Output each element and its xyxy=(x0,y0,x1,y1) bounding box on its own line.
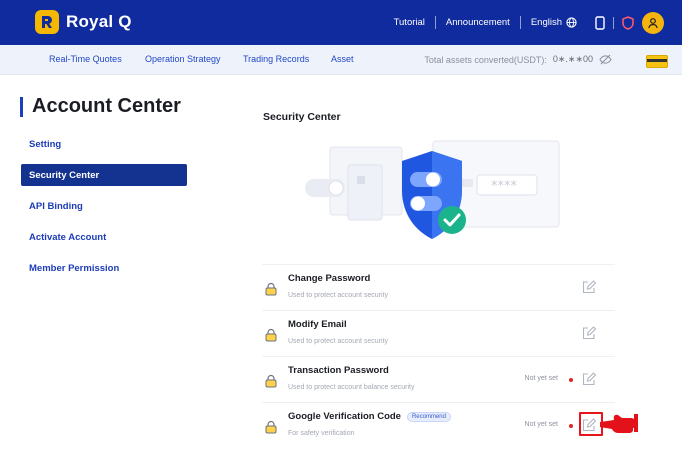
row-description: Used to protect account security xyxy=(288,338,388,345)
row-title: Change Password xyxy=(288,273,371,284)
row-description: Used to protect account security xyxy=(288,292,388,299)
shield-icon[interactable] xyxy=(622,15,634,30)
status-dot xyxy=(569,424,573,428)
tab-asset[interactable]: Asset xyxy=(331,54,354,64)
row-title: Transaction Password xyxy=(288,365,389,376)
recommend-badge: Recommend xyxy=(406,411,451,422)
sidebar-item-activate-account[interactable]: Activate Account xyxy=(21,226,187,248)
tab-trading-records[interactable]: Trading Records xyxy=(243,54,309,64)
divider xyxy=(613,16,614,29)
language-label: English xyxy=(530,17,562,28)
sidebar-item-api-binding[interactable]: API Binding xyxy=(21,195,187,217)
sidebar-item-security-center[interactable]: Security Center xyxy=(21,164,187,186)
tab-operation-strategy[interactable]: Operation Strategy xyxy=(145,54,221,64)
edit-icon[interactable] xyxy=(581,371,597,387)
heading-accent-bar xyxy=(20,96,23,117)
language-selector[interactable]: English xyxy=(531,17,577,28)
divider xyxy=(434,16,436,29)
edit-icon[interactable] xyxy=(581,417,597,433)
secondary-navigation: Real-Time Quotes Operation Strategy Trad… xyxy=(0,45,682,75)
royal-q-logo-icon xyxy=(35,10,59,34)
status-dot xyxy=(569,378,573,382)
edit-icon[interactable] xyxy=(581,279,597,295)
app-name: Royal Q xyxy=(66,12,132,31)
logo[interactable]: Royal Q xyxy=(35,10,132,34)
status-text: Not yet set xyxy=(524,421,558,428)
lock-icon xyxy=(265,374,277,388)
sidebar-item-member-permission[interactable]: Member Permission xyxy=(21,257,187,279)
divider xyxy=(519,16,521,29)
user-avatar-icon[interactable] xyxy=(642,11,664,34)
eye-hidden-icon[interactable] xyxy=(599,54,612,65)
phone-icon[interactable] xyxy=(595,15,605,30)
lock-icon xyxy=(265,282,277,296)
security-row-google-verification: Google Verification Code Recommend For s… xyxy=(262,402,615,448)
row-title: Modify Email xyxy=(288,319,347,330)
section-title: Security Center xyxy=(263,111,341,123)
lock-icon xyxy=(265,420,277,434)
page-title: Account Center xyxy=(32,95,181,117)
security-row-transaction-password: Transaction Password Used to protect acc… xyxy=(262,356,615,402)
total-assets: Total assets converted(USDT): 0∗.∗∗00 xyxy=(424,54,612,65)
edit-icon[interactable] xyxy=(581,325,597,341)
status-text: Not yet set xyxy=(524,375,558,382)
tab-real-time-quotes[interactable]: Real-Time Quotes xyxy=(49,54,122,64)
row-description: Used to protect account balance security xyxy=(288,384,415,391)
pointing-hand-icon xyxy=(600,414,638,433)
sidebar-item-setting[interactable]: Setting xyxy=(21,133,187,155)
security-illustration: **** xyxy=(305,140,560,239)
lock-icon xyxy=(265,328,277,342)
row-description: For safety verification xyxy=(288,430,355,437)
total-assets-value: 0∗.∗∗00 xyxy=(552,54,593,64)
wallet-card-icon[interactable] xyxy=(646,55,668,68)
masked-code: **** xyxy=(491,179,518,194)
globe-icon xyxy=(566,17,577,28)
security-row-modify-email: Modify Email Used to protect account sec… xyxy=(262,310,615,356)
tutorial-link[interactable]: Tutorial xyxy=(394,17,425,28)
top-navigation-bar: Royal Q Tutorial Announcement English xyxy=(0,0,682,45)
row-title: Google Verification Code xyxy=(288,411,401,422)
announcement-link[interactable]: Announcement xyxy=(446,17,510,28)
total-assets-label: Total assets converted(USDT): xyxy=(424,54,547,65)
account-center-heading: Account Center xyxy=(20,95,181,118)
security-row-change-password: Change Password Used to protect account … xyxy=(262,264,615,310)
